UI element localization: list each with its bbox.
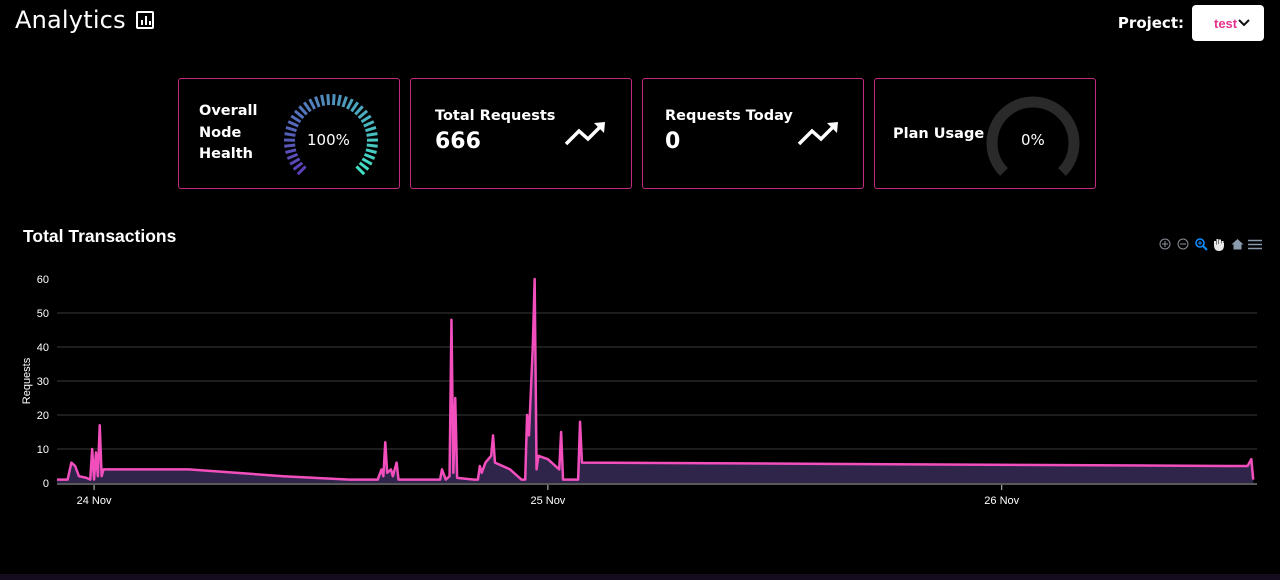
gauge-value: 100% — [307, 131, 350, 149]
project-value: test — [1214, 15, 1238, 31]
pan-hand-icon[interactable] — [1212, 237, 1226, 251]
gauge-segment — [285, 126, 297, 133]
y-tick-label: 40 — [37, 342, 49, 354]
stats-cards: Overall Node Health 100% Total Requests … — [178, 78, 1096, 189]
page-title: Analytics — [15, 6, 154, 34]
label-line: Overall — [199, 103, 258, 119]
menu-icon[interactable] — [1248, 237, 1262, 251]
card-label: Requests Today — [665, 108, 793, 124]
gauge-segment — [366, 132, 378, 137]
card-plan-usage: Plan Usage 0% — [874, 78, 1096, 189]
gauge-segment — [365, 148, 377, 154]
gauge-segment — [361, 157, 373, 166]
bar-chart-icon — [135, 11, 154, 29]
card-label: Overall Node Health — [199, 101, 258, 166]
gauge-segment — [292, 161, 304, 171]
gauge-segment — [363, 153, 376, 160]
label-line: Health — [199, 146, 253, 162]
y-tick-label: 60 — [37, 274, 49, 286]
bottom-bar — [0, 574, 1280, 580]
gauge-segment — [298, 105, 308, 116]
gauge-segment — [308, 98, 316, 110]
project-selector: Project: test — [1118, 5, 1264, 41]
gauge-segment — [320, 94, 326, 107]
gauge-segment — [296, 165, 307, 176]
card-total-requests: Total Requests 666 — [410, 78, 632, 189]
label-line: Node — [199, 124, 242, 141]
gauge-segment — [357, 109, 369, 120]
card-value: 0 — [665, 129, 681, 154]
gauge-segment — [341, 96, 348, 108]
zoom-out-icon[interactable] — [1176, 237, 1190, 251]
y-tick-label: 0 — [43, 478, 49, 490]
gauge-segment — [363, 120, 375, 128]
gauge-segment — [285, 148, 297, 154]
gauge-segment — [284, 143, 296, 148]
gauge-segment — [331, 94, 336, 106]
gauge-segment — [293, 109, 305, 120]
zoom-in-icon[interactable] — [1158, 237, 1172, 251]
gauge-segment — [303, 101, 312, 113]
gauge-segment — [350, 101, 359, 113]
y-tick-label: 20 — [37, 410, 49, 422]
gauge-segment — [290, 114, 302, 124]
gauge-segment — [360, 114, 372, 124]
x-tick-label: 25 Nov — [530, 495, 565, 507]
y-tick-label: 50 — [37, 308, 49, 320]
gauge-segment — [365, 126, 377, 133]
chevron-down-icon — [1238, 19, 1250, 27]
project-label: Project: — [1117, 14, 1184, 32]
y-axis-label: Requests — [21, 357, 33, 404]
trending-up-icon — [797, 122, 838, 146]
gauge-segment — [366, 143, 378, 148]
gauge-segment — [358, 161, 370, 171]
gauge-value: 0% — [1021, 131, 1045, 149]
transactions-chart: 0 10 20 30 40 50 60 Requests 24 Nov 25 Nov 26 Nov — [21, 274, 1257, 507]
card-node-health: Overall Node Health 100% — [178, 78, 400, 189]
series-line — [57, 277, 1255, 481]
gauge-segment — [286, 153, 299, 160]
card-requests-today: Requests Today 0 — [642, 78, 864, 189]
y-tick-label: 30 — [37, 376, 49, 388]
x-tick-label: 24 Nov — [77, 495, 112, 507]
gauge-segment — [354, 105, 364, 116]
chart-title: Total Transactions — [23, 226, 177, 246]
gauge-segment — [336, 94, 342, 107]
card-label: Total Requests — [435, 108, 556, 124]
card-value: 666 — [435, 129, 481, 154]
gauge-segment — [355, 165, 366, 176]
gauge-segment — [346, 98, 354, 110]
y-tick-label: 10 — [37, 444, 49, 456]
gauge-segment — [314, 96, 321, 108]
gauge-segment — [284, 132, 296, 137]
page-title-text: Analytics — [15, 6, 126, 34]
reset-home-icon[interactable] — [1230, 237, 1244, 251]
gauge-segment — [289, 157, 301, 166]
selection-zoom-icon[interactable] — [1194, 237, 1208, 251]
chart-toolbar — [1158, 237, 1262, 251]
gauge-segment — [326, 94, 331, 106]
x-tick-label: 26 Nov — [984, 495, 1019, 507]
card-label: Plan Usage — [893, 126, 985, 142]
gauge-segment — [287, 120, 299, 128]
trending-up-icon — [564, 122, 605, 146]
project-dropdown[interactable]: test — [1192, 5, 1264, 41]
